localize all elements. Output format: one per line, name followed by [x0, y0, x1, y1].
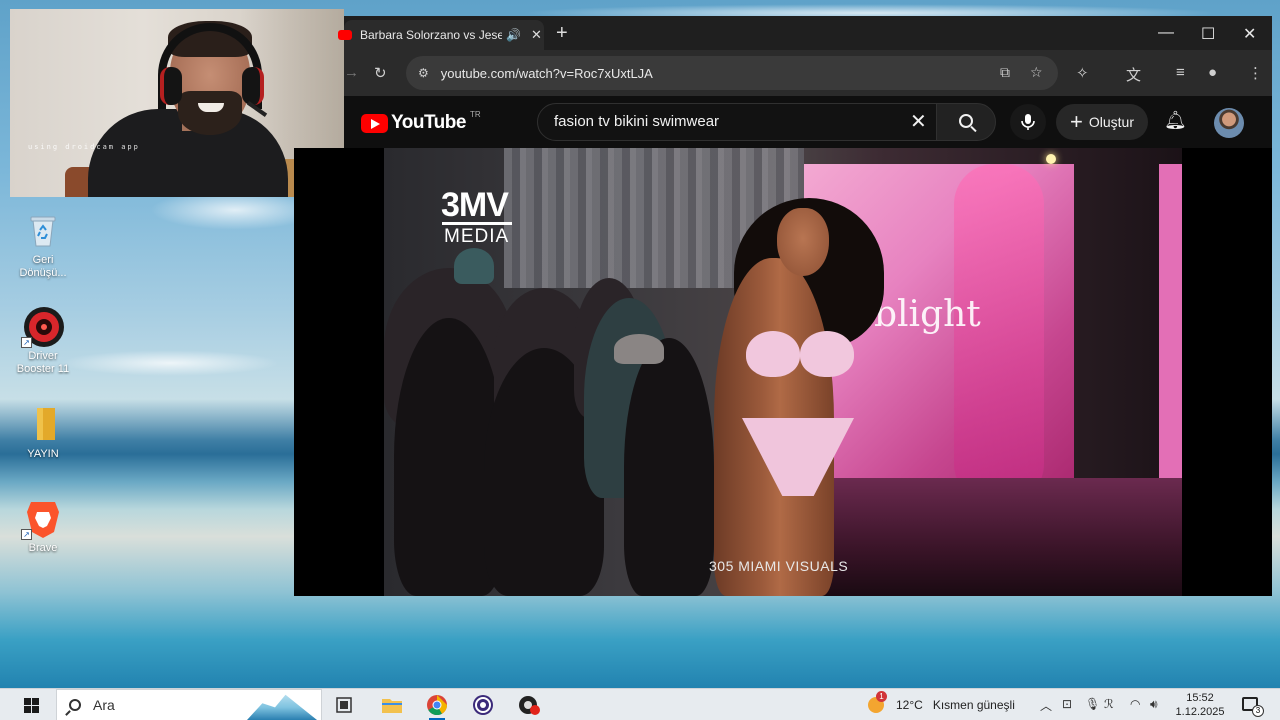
new-tab-button[interactable]: + [556, 22, 568, 45]
forward-icon[interactable]: → [344, 64, 359, 81]
url-text[interactable]: youtube.com/watch?v=Roc7xUxtLJA [441, 66, 653, 81]
bookmark-star-icon[interactable]: ☆ [1030, 64, 1043, 81]
youtube-search-input[interactable]: fasion tv bikini swimwear [537, 103, 937, 141]
video-frame[interactable]: blight 3MV MEDIA 305 MIAMI VISUALS [384, 148, 1182, 596]
search-icon [959, 114, 973, 128]
desktop-icon-recycle-bin[interactable]: Geri Dönüşü... [8, 210, 78, 280]
browser-tab[interactable]: Barbara Solorzano vs Jesen 🔊 ✕ [338, 20, 544, 50]
reload-icon[interactable]: ↻ [374, 64, 387, 82]
search-highlight-image [247, 694, 317, 720]
browser-window: Barbara Solorzano vs Jesen 🔊 ✕ + — ☐ ✕ →… [338, 16, 1272, 148]
desktop-icon-label: Brave [28, 542, 58, 554]
search-icon [69, 699, 81, 711]
browser-toolbar: → ↻ ⚙ youtube.com/watch?v=Roc7xUxtLJA ⧉ … [344, 50, 1272, 96]
maximize-button[interactable]: ☐ [1201, 24, 1215, 44]
tray-app-icon[interactable]: ⊡ [1062, 697, 1072, 711]
create-button[interactable]: + Oluştur [1056, 104, 1148, 140]
translate-icon[interactable]: 文 [1126, 64, 1141, 85]
site-info-icon[interactable]: ⚙ [418, 66, 429, 80]
youtube-favicon-icon [338, 30, 352, 40]
task-view-button[interactable] [330, 693, 358, 717]
country-code: TR [469, 109, 481, 119]
tab-title: Barbara Solorzano vs Jesen [360, 28, 502, 42]
ime-indicator-icon[interactable]: ℛ [1104, 697, 1114, 711]
shortcut-arrow-icon: ↗ [21, 529, 32, 540]
user-avatar[interactable] [1214, 108, 1244, 138]
driver-booster-icon: ↗ [21, 306, 64, 348]
video-watermark-sub: MEDIA [444, 226, 510, 247]
clock-time: 15:52 [1186, 692, 1214, 704]
address-bar[interactable]: ⚙ youtube.com/watch?v=Roc7xUxtLJA ⧉ ☆ [406, 56, 1058, 90]
stage-brand-text: blight [874, 294, 981, 335]
extensions-icon[interactable]: ✧ [1076, 64, 1089, 82]
notification-center-icon[interactable]: 3 [1242, 697, 1264, 717]
video-watermark-logo: 3MV [441, 186, 509, 224]
taskbar-search-placeholder: Ara [93, 697, 115, 713]
tab-close-button[interactable]: ✕ [531, 27, 542, 43]
youtube-header: YouTube TR fasion tv bikini swimwear ✕ +… [344, 96, 1272, 148]
start-button[interactable] [24, 698, 39, 713]
search-button[interactable] [936, 103, 996, 141]
youtube-logo[interactable]: YouTube TR [361, 109, 481, 134]
close-window-button[interactable]: ✕ [1243, 24, 1256, 44]
clock-date: 1.12.2025 [1175, 706, 1225, 718]
folder-icon [23, 404, 63, 444]
taskbar-search[interactable]: Ara [56, 689, 322, 720]
microphone-tray-icon[interactable]: 🎙︎ [1085, 697, 1100, 711]
file-explorer-icon[interactable] [378, 693, 406, 717]
shortcut-arrow-icon: ↗ [21, 337, 32, 348]
chrome-icon[interactable] [423, 693, 451, 720]
clear-search-icon[interactable]: ✕ [910, 109, 927, 134]
menu-kebab-icon[interactable]: ⋮ [1248, 64, 1263, 82]
wifi-icon[interactable]: ◠ [1130, 697, 1140, 711]
voice-search-button[interactable] [1010, 104, 1046, 140]
desktop-icon-label: Driver Booster 11 [16, 350, 70, 375]
notification-count: 3 [1252, 705, 1264, 717]
weather-description: Kısmen güneşli [932, 698, 1015, 712]
recycle-bin-icon [23, 210, 63, 250]
tab-audio-icon[interactable]: 🔊 [506, 28, 521, 42]
minimize-button[interactable]: — [1158, 24, 1174, 42]
plus-icon: + [1070, 109, 1083, 134]
notifications-bell-icon[interactable]: 🔔︎ [1164, 110, 1187, 131]
weather-badge: 1 [876, 691, 887, 702]
app-recording-icon[interactable] [515, 693, 543, 717]
desktop-icon-yayin-folder[interactable]: YAYIN [8, 404, 78, 461]
brave-icon: ↗ [21, 498, 63, 540]
weather-temperature: 12°C [896, 698, 923, 712]
profile-icon[interactable]: ● [1208, 64, 1217, 81]
desktop-icon-brave[interactable]: ↗ Brave [8, 498, 78, 555]
video-player[interactable]: blight 3MV MEDIA 305 MIAMI VISUALS [294, 148, 1272, 596]
youtube-play-icon [361, 113, 388, 133]
weather-widget[interactable]: 1 12°C Kısmen güneşli [868, 691, 1015, 713]
desktop-icon-label: YAYIN [27, 448, 59, 460]
mic-icon [1021, 114, 1035, 130]
webcam-watermark: using droidcam app [28, 143, 140, 151]
weather-sun-icon: 1 [868, 691, 887, 713]
show-hidden-icons-chevron-icon[interactable]: ︿ [1040, 697, 1052, 714]
youtube-wordmark: YouTube [391, 112, 466, 133]
tab-bar: Barbara Solorzano vs Jesen 🔊 ✕ + — ☐ ✕ [338, 16, 1272, 50]
create-label: Oluştur [1088, 114, 1134, 130]
taskbar: Ara 1 12°C Kısmen güneşli ︿ ⊡ 🎙︎ ℛ ◠ 🔊︎ … [0, 688, 1280, 720]
obs-icon[interactable] [469, 693, 497, 717]
media-controls-icon[interactable]: ≡ [1176, 64, 1185, 81]
desktop-icon-label: Geri Dönüşü... [19, 254, 67, 279]
volume-icon[interactable]: 🔊︎ [1150, 697, 1158, 712]
install-app-icon[interactable]: ⧉ [1000, 64, 1010, 81]
video-credit-caption: 305 MIAMI VISUALS [709, 558, 849, 574]
desktop-icon-driver-booster[interactable]: ↗ Driver Booster 11 [8, 306, 78, 376]
system-clock[interactable]: 15:52 1.12.2025 [1174, 691, 1226, 719]
